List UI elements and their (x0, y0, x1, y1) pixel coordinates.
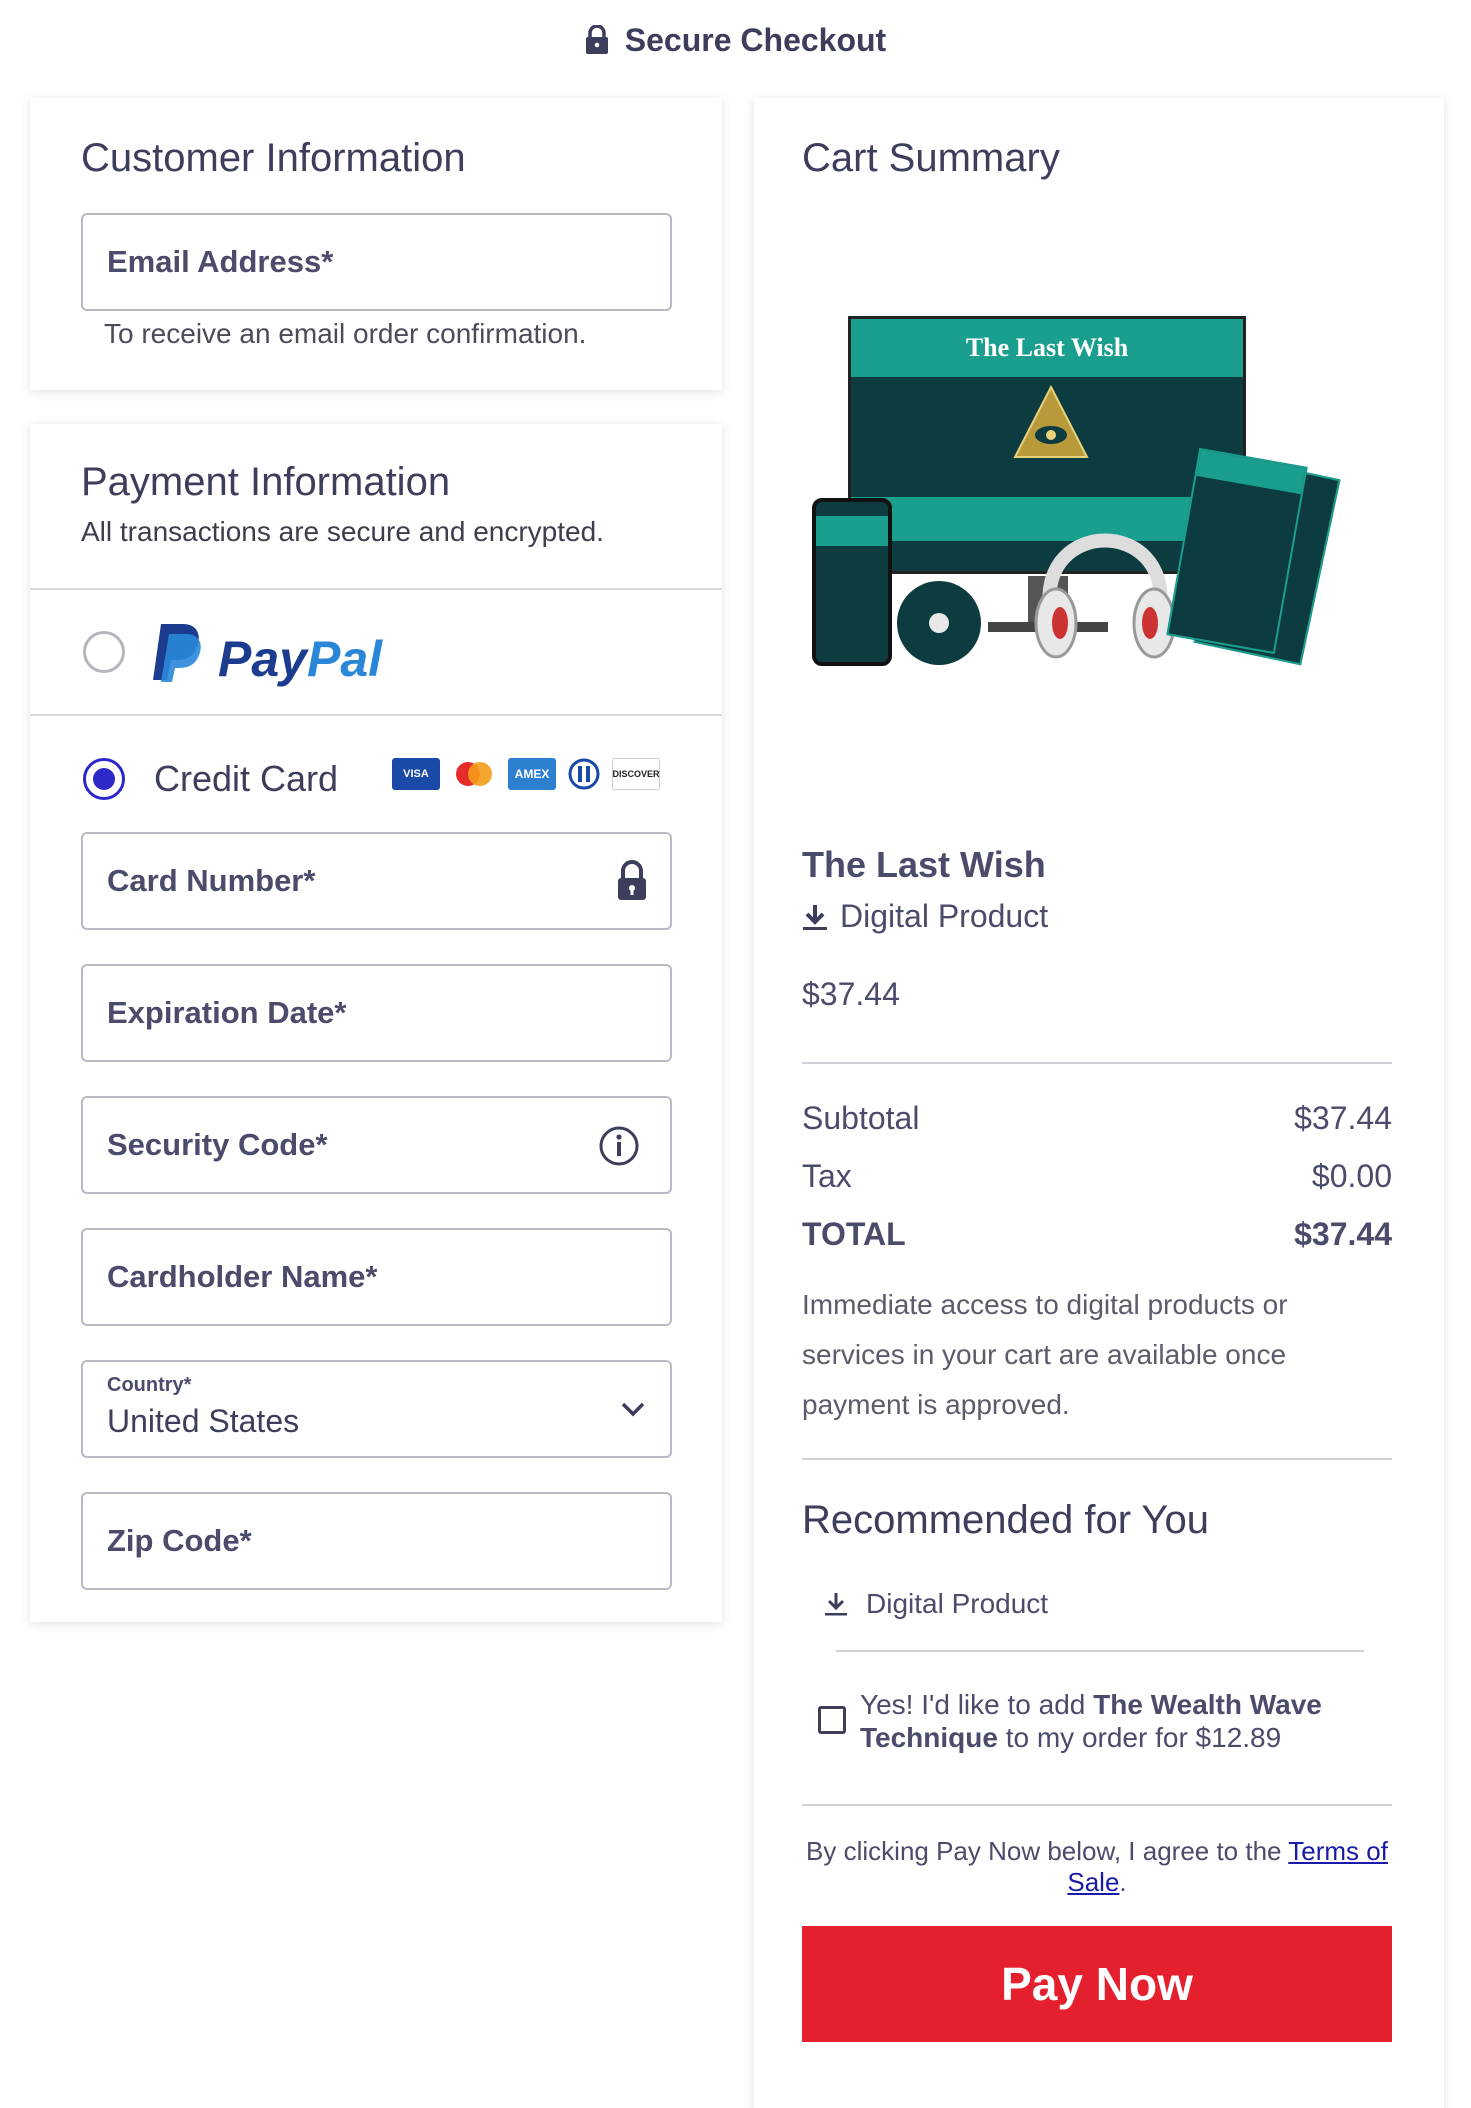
product-type: Digital Product (802, 898, 1048, 935)
paypal-wordmark: PayPal (218, 631, 383, 687)
subtotal-value: $37.44 (1294, 1100, 1392, 1136)
email-field[interactable]: Email Address* (81, 213, 672, 311)
lock-icon (618, 860, 646, 900)
subtotal-label: Subtotal (802, 1100, 920, 1136)
customer-information-title: Customer Information (81, 136, 466, 180)
credit-card-label: Credit Card (154, 758, 339, 799)
divider (836, 1650, 1364, 1652)
zip-code-field[interactable]: Zip Code* (81, 1492, 672, 1590)
security-code-field[interactable]: Security Code* (81, 1096, 672, 1194)
cart-summary-title: Cart Summary (802, 136, 1060, 180)
divider (802, 1062, 1392, 1064)
pay-now-button[interactable]: Pay Now (802, 1926, 1392, 2042)
tax-label: Tax (802, 1158, 852, 1194)
recommended-title: Recommended for You (802, 1498, 1209, 1542)
product-type-label: Digital Product (840, 898, 1049, 934)
product-headphones-icon (1034, 533, 1176, 659)
tax-row: Tax $0.00 (802, 1158, 1392, 1195)
expiration-date-field[interactable]: Expiration Date* (81, 964, 672, 1062)
product-phone-mockup (812, 498, 892, 666)
zip-code-placeholder: Zip Code* (107, 1523, 252, 1558)
total-row: TOTAL $37.44 (802, 1216, 1392, 1253)
recommended-type-label: Digital Product (866, 1588, 1049, 1619)
country-select[interactable]: Country* United States (81, 1360, 672, 1458)
payment-subtitle: All transactions are secure and encrypte… (81, 516, 604, 547)
page-title: Secure Checkout (624, 21, 887, 58)
cardholder-placeholder: Cardholder Name* (107, 1259, 378, 1294)
chevron-down-icon (621, 1402, 645, 1417)
tax-value: $0.00 (1311, 1158, 1392, 1194)
email-helper-text: To receive an email order confirmation. (104, 318, 587, 349)
divider (802, 1804, 1392, 1806)
paypal-option[interactable]: PayPal (30, 590, 722, 714)
secure-checkout-header: Secure Checkout (0, 0, 1471, 80)
product-disc-icon (897, 581, 981, 665)
card-number-field[interactable]: Card Number* (81, 832, 672, 930)
credit-card-radio[interactable] (83, 758, 125, 800)
upsell-text: Yes! I'd like to add The Wealth Wave Tec… (860, 1689, 1322, 1753)
expiration-placeholder: Expiration Date* (107, 995, 347, 1030)
pyramid-eye-icon (1013, 384, 1089, 458)
product-price: $37.44 (802, 976, 900, 1012)
terms-text: By clicking Pay Now below, I agree to th… (806, 1836, 1388, 1897)
payment-information-title: Payment Information (81, 460, 451, 504)
paypal-radio[interactable] (83, 631, 125, 673)
visa-icon: VISA (392, 758, 440, 790)
country-value: United States (107, 1403, 300, 1439)
upsell-checkbox[interactable] (818, 1706, 846, 1734)
diners-club-icon (568, 758, 600, 790)
cart-summary-card: Cart Summary The Last Wish The Last Wish… (754, 98, 1444, 2108)
lock-icon (585, 25, 608, 54)
product-name: The Last Wish (802, 844, 1046, 885)
subtotal-row: Subtotal $37.44 (802, 1100, 1392, 1137)
card-brand-logos: VISA AMEX DISCOVER (392, 758, 660, 790)
product-image: The Last Wish (812, 316, 1352, 678)
country-label: Country* (107, 1374, 192, 1396)
paypal-logo-icon (153, 624, 201, 682)
card-number-placeholder: Card Number* (107, 863, 316, 898)
product-image-title: The Last Wish (851, 319, 1243, 377)
download-icon (825, 1593, 847, 1616)
discover-icon: DISCOVER (612, 758, 660, 790)
divider (802, 1458, 1392, 1460)
total-label: TOTAL (802, 1216, 906, 1252)
email-placeholder: Email Address* (107, 244, 334, 279)
recommended-product-type: Digital Product (824, 1588, 1048, 1620)
info-icon[interactable] (598, 1125, 640, 1167)
download-icon (803, 904, 827, 930)
total-value: $37.44 (1294, 1216, 1392, 1252)
security-code-placeholder: Security Code* (107, 1127, 328, 1162)
access-note: Immediate access to digital products or … (802, 1289, 1288, 1420)
payment-information-card: Payment Information All transactions are… (30, 424, 722, 1622)
customer-information-card: Customer Information Email Address* To r… (30, 98, 722, 390)
mastercard-icon (456, 762, 492, 786)
amex-icon: AMEX (508, 758, 556, 790)
cardholder-name-field[interactable]: Cardholder Name* (81, 1228, 672, 1326)
